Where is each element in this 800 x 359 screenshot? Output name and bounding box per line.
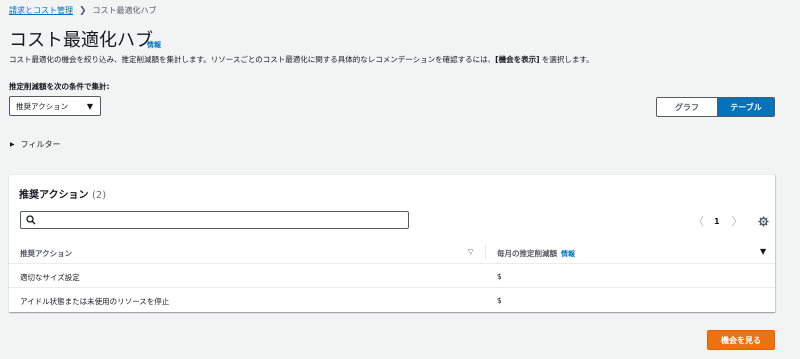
view-opportunities-button[interactable]: 機会を見る xyxy=(707,330,775,350)
column-header-action[interactable]: 推奨アクション xyxy=(20,248,72,259)
row-savings: $ xyxy=(497,272,502,281)
panel-count: (2) xyxy=(91,190,107,201)
column-header-savings-label: 毎月の推定削減額 xyxy=(497,249,557,258)
description-text-end: を選択します。 xyxy=(539,55,594,64)
breadcrumb-billing-link[interactable]: 請求とコスト管理 xyxy=(9,6,73,16)
view-toggle: グラフ テーブル xyxy=(656,97,775,117)
panel-title-text: 推奨アクション xyxy=(19,190,89,201)
page-description: コスト最適化の機会を絞り込み、推定削減額を集計します。リソースごとのコスト最適化… xyxy=(9,55,594,65)
gear-icon[interactable] xyxy=(758,215,769,227)
table-view-button[interactable]: テーブル xyxy=(717,98,774,116)
page-number[interactable]: 1 xyxy=(714,217,720,226)
prev-page-icon[interactable]: 〈 xyxy=(693,213,704,229)
aggregation-select[interactable]: 推奨アクション ▼ xyxy=(9,96,101,116)
sort-descending-icon[interactable]: ▼ xyxy=(760,247,766,256)
column-divider xyxy=(485,245,486,259)
sort-icon[interactable]: ▽ xyxy=(468,248,473,256)
recommended-actions-panel: 推奨アクション (2) 〈 1 〉 推奨アクション ▽ 毎月の推定削減額 情報 … xyxy=(9,174,775,312)
recommendations-table: 推奨アクション ▽ 毎月の推定削減額 情報 ▼ 適切なサイズ設定 $ アイドル状態… xyxy=(9,240,775,312)
description-bold: [機会を表示] xyxy=(495,55,540,64)
column-info-link[interactable]: 情報 xyxy=(561,250,575,258)
column-header-savings[interactable]: 毎月の推定削減額 情報 xyxy=(497,248,575,259)
chevron-right-icon: ❯ xyxy=(79,6,87,16)
panel-title: 推奨アクション (2) xyxy=(19,186,106,201)
table-row: アイドル状態または未使用のリソースを停止 $ xyxy=(9,288,775,312)
filter-label: フィルター xyxy=(20,140,61,149)
caret-right-icon: ▶ xyxy=(10,141,15,148)
row-action: 適切なサイズ設定 xyxy=(20,273,80,282)
search-icon xyxy=(26,215,36,225)
page-title: コスト最適化ハブ xyxy=(9,30,153,51)
filter-expander[interactable]: ▶ フィルター xyxy=(10,139,60,150)
description-text: コスト最適化の機会を絞り込み、推定削減額を集計します。リソースごとのコスト最適化… xyxy=(9,55,496,64)
table-header: 推奨アクション ▽ 毎月の推定削減額 情報 ▼ xyxy=(9,240,775,264)
table-row: 適切なサイズ設定 $ xyxy=(9,264,775,288)
caret-down-icon: ▼ xyxy=(86,102,93,111)
row-savings: $ xyxy=(497,296,502,305)
breadcrumb: 請求とコスト管理 ❯ コスト最適化ハブ xyxy=(9,6,157,16)
next-page-icon[interactable]: 〉 xyxy=(732,213,743,229)
aggregation-label: 推定削減額を次の条件で集計: xyxy=(9,82,110,91)
pagination: 〈 1 〉 xyxy=(693,213,769,229)
info-link[interactable]: 情報 xyxy=(147,40,161,50)
aggregation-select-value: 推奨アクション xyxy=(16,101,69,111)
search-input[interactable] xyxy=(20,211,409,229)
breadcrumb-current: コスト最適化ハブ xyxy=(92,6,157,15)
graph-view-button[interactable]: グラフ xyxy=(657,98,717,116)
row-action: アイドル状態または未使用のリソースを停止 xyxy=(20,297,170,306)
